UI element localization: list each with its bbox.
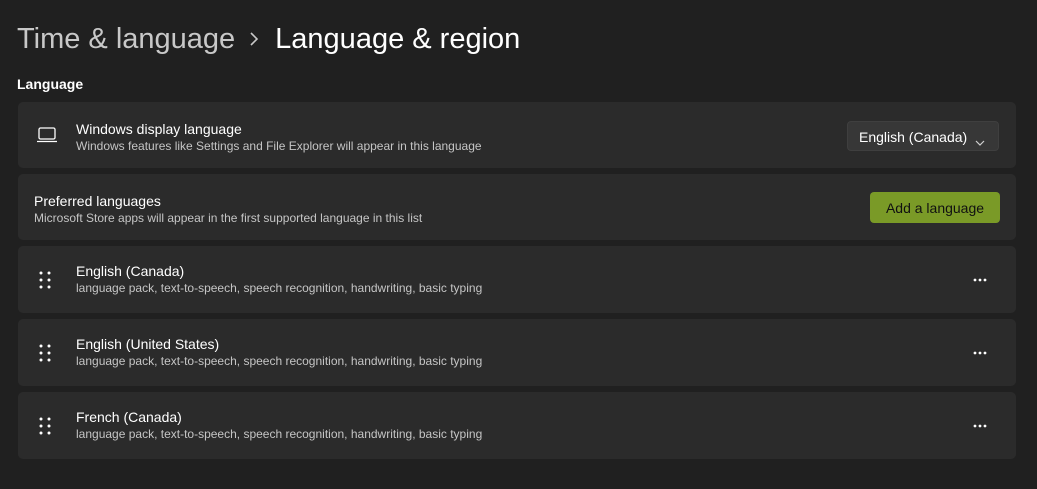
language-name: English (Canada) — [76, 263, 185, 279]
language-name: English (United States) — [76, 336, 220, 352]
language-features: language pack, text-to-speech, speech re… — [76, 354, 483, 368]
language-item: English (United States) language pack, t… — [18, 319, 1016, 386]
preferred-languages-card: Preferred languages Microsoft Store apps… — [18, 174, 1016, 240]
add-language-button[interactable]: Add a language — [870, 192, 1000, 223]
language-name: French (Canada) — [76, 409, 182, 425]
laptop-icon — [36, 127, 58, 143]
dropdown-selected-value: English (Canada) — [859, 129, 968, 145]
more-options-icon[interactable] — [965, 338, 995, 368]
drag-handle-icon[interactable] — [39, 417, 51, 435]
section-label-language: Language — [17, 76, 84, 92]
preferred-languages-subtitle: Microsoft Store apps will appear in the … — [34, 211, 423, 225]
chevron-down-icon — [975, 133, 985, 151]
display-language-dropdown[interactable]: English (Canada) — [847, 121, 999, 151]
language-item: English (Canada) language pack, text-to-… — [18, 246, 1016, 313]
display-language-title: Windows display language — [76, 121, 242, 137]
drag-handle-icon[interactable] — [39, 271, 51, 289]
language-features: language pack, text-to-speech, speech re… — [76, 427, 483, 441]
breadcrumb: Time & language Language & region — [17, 20, 520, 58]
chevron-right-icon — [235, 20, 275, 58]
preferred-languages-title: Preferred languages — [34, 193, 161, 209]
breadcrumb-parent[interactable]: Time & language — [17, 23, 235, 56]
page-title: Language & region — [275, 22, 521, 55]
language-features: language pack, text-to-speech, speech re… — [76, 281, 483, 295]
more-options-icon[interactable] — [965, 265, 995, 295]
drag-handle-icon[interactable] — [39, 344, 51, 362]
language-item: French (Canada) language pack, text-to-s… — [18, 392, 1016, 459]
display-language-card: Windows display language Windows feature… — [18, 102, 1016, 168]
display-language-subtitle: Windows features like Settings and File … — [76, 139, 482, 153]
more-options-icon[interactable] — [965, 411, 995, 441]
